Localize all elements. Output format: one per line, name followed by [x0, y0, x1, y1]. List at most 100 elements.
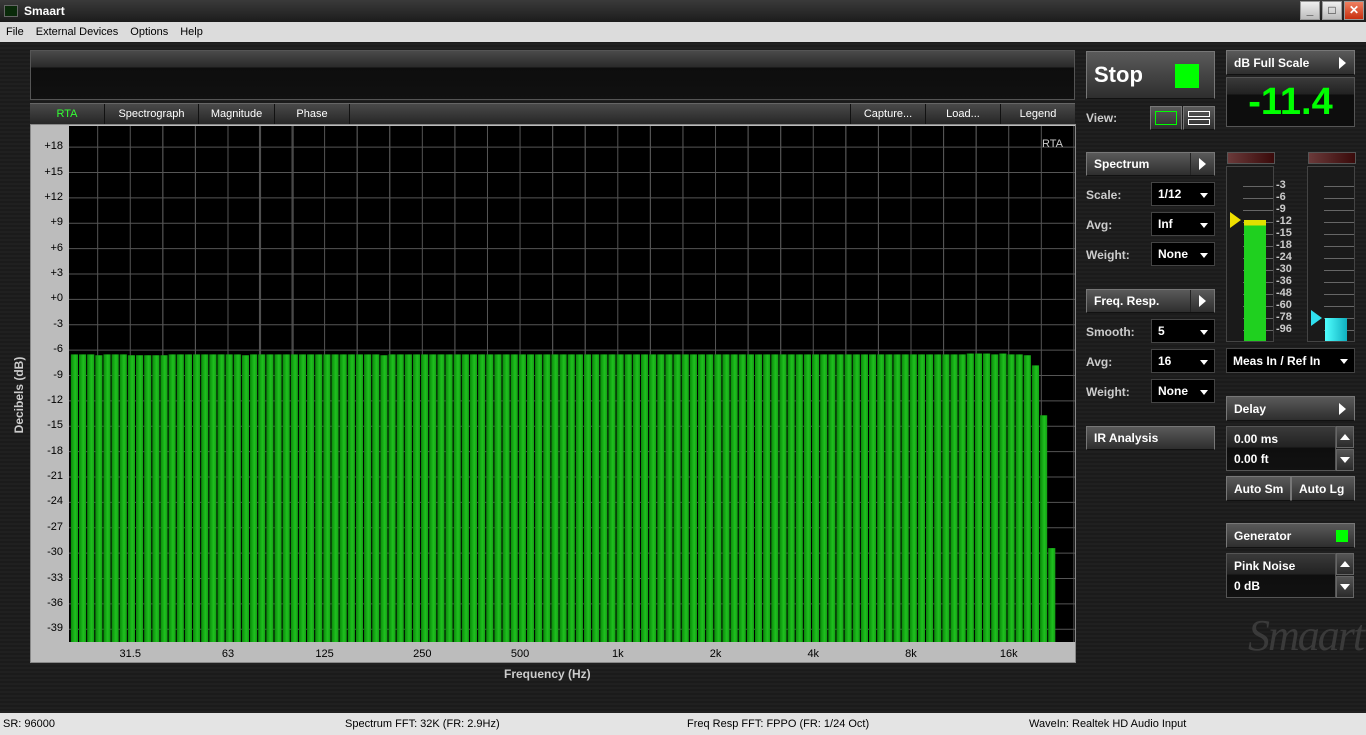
ir-analysis-button[interactable]: IR Analysis: [1086, 426, 1215, 450]
tab-rta[interactable]: RTA: [30, 104, 105, 124]
menu-help[interactable]: Help: [174, 26, 209, 38]
y-tick-label: +6: [50, 241, 63, 254]
rta-bar: [966, 353, 974, 642]
rta-bar: [364, 354, 372, 642]
title-bar: Smaart _ □ ✕: [0, 0, 1366, 22]
fr-weight-label: Weight:: [1086, 385, 1130, 399]
rta-bar: [241, 355, 250, 642]
legend-button[interactable]: Legend: [1001, 104, 1075, 124]
maximize-button[interactable]: □: [1322, 1, 1342, 20]
meter-scale-label: -18: [1276, 239, 1292, 251]
rta-bar: [119, 354, 127, 642]
generator-down-button[interactable]: [1336, 576, 1354, 598]
view-split-button[interactable]: [1183, 106, 1215, 130]
spectrum-button[interactable]: Spectrum: [1086, 152, 1215, 176]
rta-bar: [909, 354, 917, 642]
rta-bar: [1015, 354, 1023, 642]
expand-arrow-icon[interactable]: [1190, 153, 1214, 175]
fr-avg-select[interactable]: 16: [1151, 349, 1215, 373]
scale-select[interactable]: 1/12: [1151, 182, 1215, 206]
x-tick-label: 500: [510, 648, 530, 660]
rta-bar: [535, 354, 543, 642]
rta-bar: [657, 354, 665, 642]
rta-bar: [844, 354, 852, 642]
delay-ms: 0.00 ms: [1234, 432, 1279, 446]
auto-sm-button[interactable]: Auto Sm: [1226, 476, 1291, 501]
rta-bar: [1031, 365, 1040, 642]
y-tick-label: -21: [47, 470, 63, 483]
rta-bar: [298, 354, 307, 642]
auto-lg-button[interactable]: Auto Lg: [1291, 476, 1355, 501]
rta-bar: [697, 354, 706, 642]
view-label: View:: [1086, 111, 1118, 125]
meter-scale-label: -15: [1276, 227, 1292, 239]
meter-level-bar: [1325, 318, 1347, 341]
meter-scale-label: -9: [1276, 203, 1286, 215]
stop-button[interactable]: Stop: [1086, 51, 1215, 99]
rta-bar: [461, 354, 469, 642]
fr-weight-select[interactable]: None: [1151, 379, 1215, 403]
generator-label: Generator: [1234, 528, 1292, 543]
tab-spectrograph[interactable]: Spectrograph: [105, 104, 199, 124]
delay-up-button[interactable]: [1336, 426, 1354, 448]
rta-bar: [144, 355, 152, 642]
freq-resp-button[interactable]: Freq. Resp.: [1086, 289, 1215, 313]
level-mode-button[interactable]: dB Full Scale: [1226, 50, 1355, 75]
tab-magnitude[interactable]: Magnitude: [199, 104, 275, 124]
rta-bar: [184, 354, 193, 642]
x-tick-label: 16k: [999, 648, 1018, 660]
rta-bar: [551, 354, 559, 642]
input-select[interactable]: Meas In / Ref In: [1226, 348, 1355, 373]
expand-arrow-icon[interactable]: [1330, 397, 1354, 420]
menu-options[interactable]: Options: [124, 26, 174, 38]
spectrum-avg-select[interactable]: Inf: [1151, 212, 1215, 236]
rta-bar: [722, 354, 730, 642]
close-button[interactable]: ✕: [1344, 1, 1364, 20]
y-tick-label: -30: [47, 546, 63, 559]
rta-bar: [934, 354, 942, 642]
expand-arrow-icon[interactable]: [1190, 290, 1214, 312]
rta-bar: [811, 354, 820, 642]
expand-arrow-icon[interactable]: [1330, 51, 1354, 74]
freq-resp-label: Freq. Resp.: [1094, 294, 1160, 308]
generator-readout[interactable]: Pink Noise 0 dB: [1226, 553, 1336, 598]
y-tick-label: -36: [47, 596, 63, 609]
rta-plot[interactable]: RTA: [69, 126, 1075, 642]
generator-signal: Pink Noise: [1234, 559, 1296, 573]
smooth-select[interactable]: 5: [1151, 319, 1215, 343]
load-button[interactable]: Load...: [926, 104, 1001, 124]
menu-external-devices[interactable]: External Devices: [30, 26, 125, 38]
rta-bar: [665, 354, 673, 642]
y-tick-label: +3: [50, 267, 63, 280]
rta-bar: [510, 354, 518, 642]
view-single-button[interactable]: [1150, 106, 1182, 130]
x-tick-label: 4k: [807, 648, 820, 660]
info-banner: [30, 50, 1075, 100]
meter-scale-label: -60: [1276, 299, 1292, 311]
delay-down-button[interactable]: [1336, 449, 1354, 471]
meter-scale-label: -24: [1276, 251, 1292, 263]
meter-tick: [1324, 282, 1354, 283]
rta-bar: [388, 354, 396, 642]
delay-readout[interactable]: 0.00 ms 0.00 ft: [1226, 426, 1336, 471]
rta-bar: [526, 354, 535, 642]
menu-file[interactable]: File: [0, 26, 30, 38]
rta-bar: [877, 354, 885, 642]
tab-phase[interactable]: Phase: [275, 104, 350, 124]
delay-button[interactable]: Delay: [1226, 396, 1355, 421]
rta-bar: [168, 354, 176, 642]
rta-bar: [828, 354, 836, 642]
rta-bar: [926, 354, 934, 642]
rta-bar: [258, 354, 266, 642]
spectrum-label: Spectrum: [1094, 157, 1150, 171]
meter-tick: [1243, 210, 1273, 211]
spectrum-weight-select[interactable]: None: [1151, 242, 1215, 266]
rta-bar: [347, 354, 355, 642]
generator-button[interactable]: Generator: [1226, 523, 1355, 548]
generator-up-button[interactable]: [1336, 553, 1354, 575]
capture-button[interactable]: Capture...: [851, 104, 926, 124]
minimize-button[interactable]: _: [1300, 1, 1320, 20]
rta-bar: [486, 354, 494, 642]
meas-meter: [1226, 152, 1275, 342]
rta-bar: [111, 354, 119, 642]
